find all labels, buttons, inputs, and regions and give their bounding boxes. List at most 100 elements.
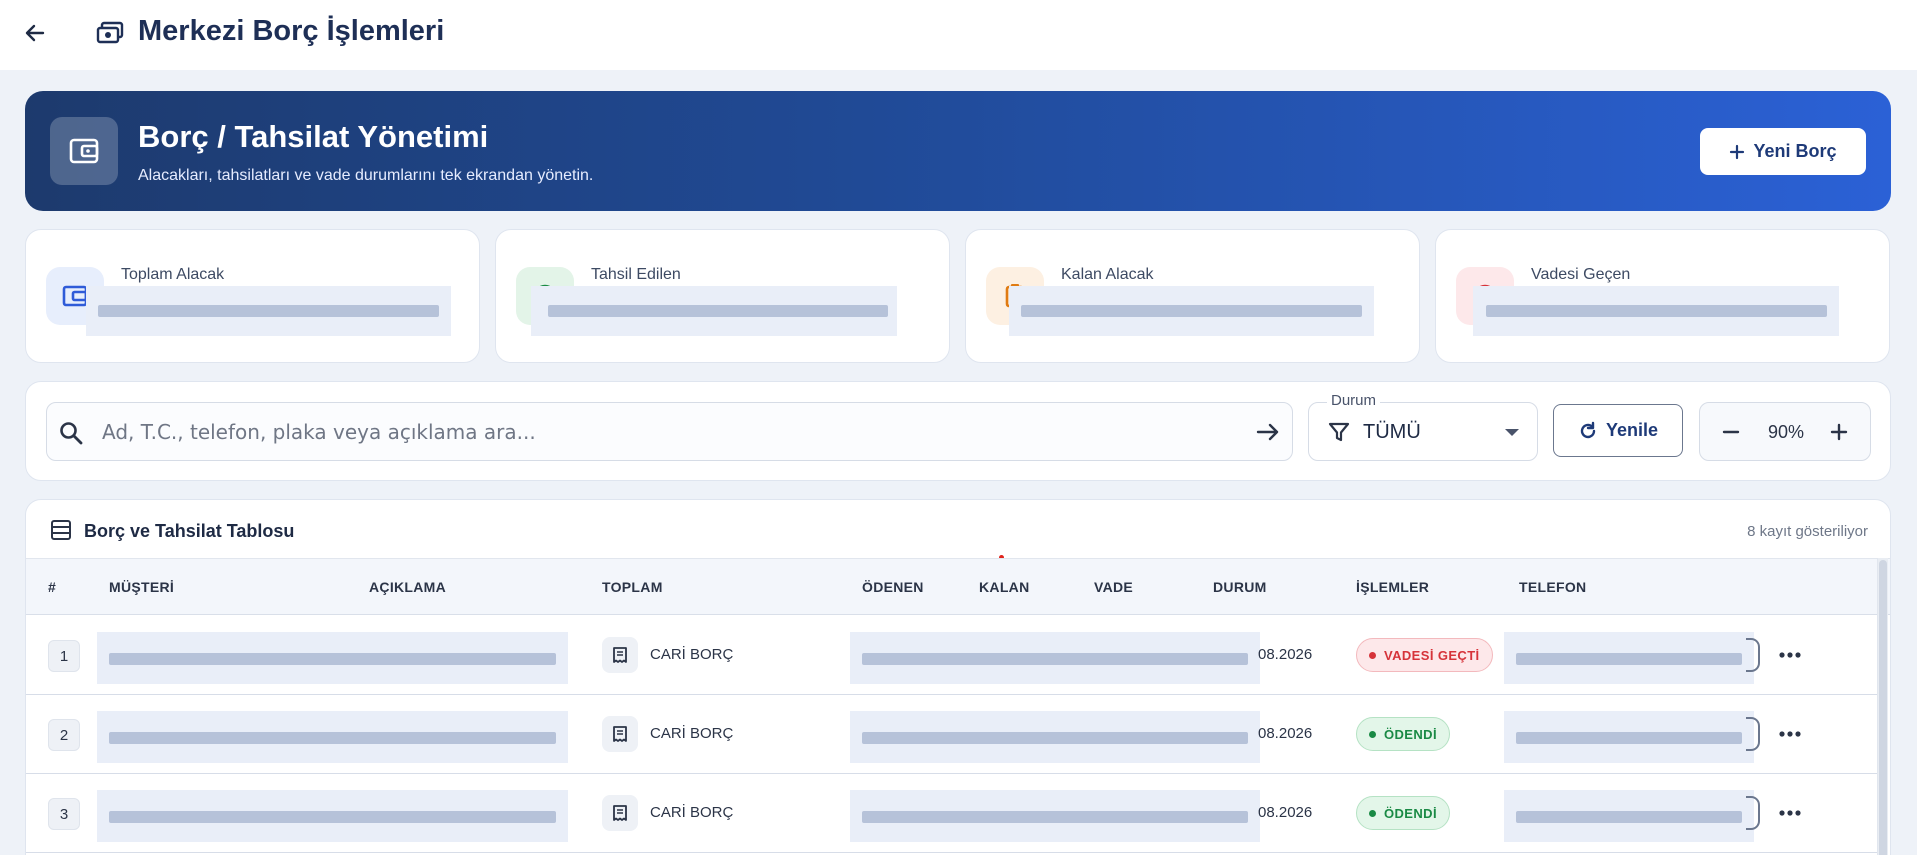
top-bar: Merkezi Borç İşlemleri: [0, 0, 1917, 70]
loading-bar: [1021, 305, 1362, 317]
debt-table-card: Borç ve Tahsilat Tablosu 8 kayıt gösteri…: [25, 499, 1891, 855]
zoom-out-button[interactable]: [1716, 417, 1746, 447]
stat-label: Tahsil Edilen: [591, 266, 681, 283]
table-row[interactable]: 1 CARİ BORÇ 08.2026 VADESİ GEÇTİ: [26, 616, 1877, 695]
hero-title: Borç / Tahsilat Yönetimi: [138, 119, 489, 154]
loading-bar: [548, 305, 888, 317]
status-text: VADESİ GEÇTİ: [1384, 647, 1480, 663]
refresh-button[interactable]: Yenile: [1553, 404, 1683, 457]
row-number: 1: [48, 640, 80, 672]
loading-bar: [862, 811, 1248, 823]
arrow-right-icon[interactable]: [1254, 418, 1282, 446]
status-value: TÜMÜ: [1363, 421, 1421, 443]
debt-type: CARİ BORÇ: [650, 725, 734, 742]
status-dot: [1369, 730, 1376, 738]
plus-icon: [1830, 423, 1848, 441]
action-button-edge[interactable]: [1746, 717, 1760, 751]
more-actions-button[interactable]: [1773, 641, 1807, 669]
stat-label: Vadesi Geçen: [1531, 266, 1631, 283]
caret-down-icon: [1505, 429, 1519, 436]
hero-subtitle: Alacakları, tahsilatları ve vade durumla…: [138, 167, 594, 184]
column-header[interactable]: TELEFON: [1519, 579, 1586, 595]
plus-icon: [1730, 144, 1745, 159]
stat-label: Kalan Alacak: [1061, 266, 1154, 283]
record-count: 8 kayıt gösteriliyor: [1747, 523, 1868, 540]
scroll-thumb[interactable]: [1879, 560, 1887, 855]
arrow-left-icon: [25, 24, 45, 42]
loading-bar: [1516, 732, 1742, 744]
due-date: 08.2026: [1258, 646, 1313, 663]
row-number: 3: [48, 798, 80, 830]
column-header[interactable]: KALAN: [979, 579, 1030, 595]
wallet-icon: [50, 117, 118, 185]
status-dot: [1369, 651, 1376, 659]
loading-bar: [109, 811, 556, 823]
column-header[interactable]: ÖDENEN: [862, 579, 924, 595]
debt-type: CARİ BORÇ: [650, 804, 734, 821]
more-horizontal-icon: [1779, 810, 1801, 816]
back-button[interactable]: [18, 16, 52, 50]
search-box: [46, 402, 1293, 461]
status-text: ÖDENDİ: [1384, 805, 1437, 821]
receipt-icon: [602, 716, 638, 752]
more-horizontal-icon: [1779, 652, 1801, 658]
stat-label: Toplam Alacak: [121, 266, 225, 283]
status-badge: VADESİ GEÇTİ: [1356, 638, 1493, 672]
stat-card-remaining: Kalan Alacak: [965, 229, 1420, 363]
stat-card-total: Toplam Alacak: [25, 229, 480, 363]
table-row[interactable]: 2 CARİ BORÇ 08.2026 ÖDENDİ: [26, 695, 1877, 774]
search-icon: [60, 422, 83, 445]
table-scrollbar[interactable]: [1877, 558, 1888, 855]
table-row[interactable]: 3 CARİ BORÇ 08.2026 ÖDENDİ: [26, 774, 1877, 853]
stat-card-overdue: Vadesi Geçen: [1435, 229, 1890, 363]
filter-icon: [1328, 422, 1350, 442]
due-date: 08.2026: [1258, 725, 1313, 742]
page-title: Merkezi Borç İşlemleri: [138, 15, 445, 47]
column-header[interactable]: VADE: [1094, 579, 1133, 595]
more-actions-button[interactable]: [1773, 720, 1807, 748]
search-input[interactable]: [102, 415, 1202, 449]
action-button-edge[interactable]: [1746, 638, 1760, 672]
status-dot: [1369, 809, 1376, 817]
table-icon: [51, 520, 71, 540]
status-text: ÖDENDİ: [1384, 726, 1437, 742]
more-actions-button[interactable]: [1773, 799, 1807, 827]
new-debt-label: Yeni Borç: [1753, 141, 1837, 161]
due-date: 08.2026: [1258, 804, 1313, 821]
loading-bar: [862, 732, 1248, 744]
zoom-in-button[interactable]: [1824, 417, 1854, 447]
row-number: 2: [48, 719, 80, 751]
column-header[interactable]: İŞLEMLER: [1356, 579, 1429, 595]
minus-icon: [1722, 430, 1740, 434]
refresh-label: Yenile: [1605, 420, 1659, 440]
column-header[interactable]: AÇIKLAMA: [369, 579, 446, 595]
action-button-edge[interactable]: [1746, 796, 1760, 830]
column-header[interactable]: DURUM: [1213, 579, 1267, 595]
table-title: Borç ve Tahsilat Tablosu: [84, 521, 295, 541]
column-header[interactable]: TOPLAM: [602, 579, 663, 595]
stat-card-collected: Tahsil Edilen: [495, 229, 950, 363]
column-header[interactable]: #: [48, 579, 56, 595]
receipt-icon: [602, 795, 638, 831]
status-select[interactable]: Durum TÜMÜ: [1308, 392, 1538, 461]
hero-banner: Borç / Tahsilat Yönetimi Alacakları, tah…: [25, 91, 1891, 211]
loading-bar: [98, 305, 439, 317]
money-icon: [96, 20, 124, 51]
zoom-control: 90%: [1699, 402, 1871, 461]
new-debt-button[interactable]: Yeni Borç: [1700, 128, 1866, 175]
loading-bar: [109, 732, 556, 744]
loading-bar: [1486, 305, 1827, 317]
filter-bar: Durum TÜMÜ Yenile 90%: [25, 381, 1891, 481]
status-badge: ÖDENDİ: [1356, 796, 1450, 830]
loading-bar: [1516, 653, 1742, 665]
loading-bar: [862, 653, 1248, 665]
status-badge: ÖDENDİ: [1356, 717, 1450, 751]
table-header: # MÜŞTERİ AÇIKLAMA TOPLAM ÖDENEN KALAN V…: [26, 558, 1890, 615]
receipt-icon: [602, 637, 638, 673]
loading-bar: [109, 653, 556, 665]
zoom-level: 90%: [1767, 422, 1805, 442]
more-horizontal-icon: [1779, 731, 1801, 737]
loading-bar: [1516, 811, 1742, 823]
column-header[interactable]: MÜŞTERİ: [109, 579, 174, 595]
debt-type: CARİ BORÇ: [650, 646, 734, 663]
